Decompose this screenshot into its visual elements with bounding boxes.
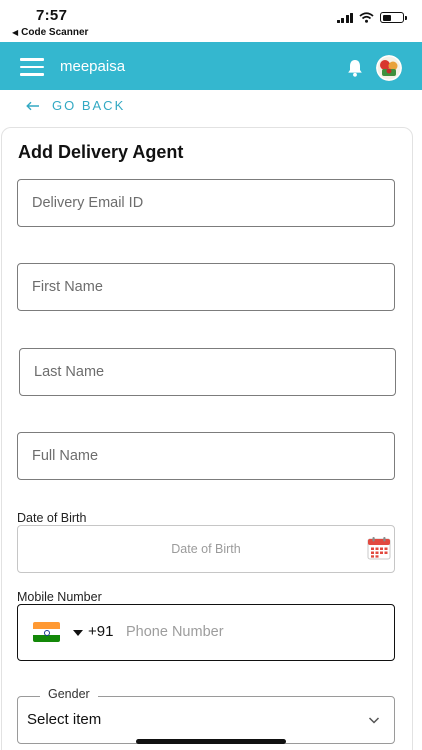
bell-icon[interactable]	[345, 58, 365, 78]
gender-label: Gender	[40, 687, 98, 701]
full-name-input[interactable]: Full Name	[17, 432, 395, 480]
india-flag-icon[interactable]	[33, 622, 60, 642]
status-time: 7:57	[36, 7, 68, 24]
app-title: meepaisa	[60, 58, 126, 75]
back-app-label: Code Scanner	[21, 27, 89, 38]
phone-number-placeholder: Phone Number	[126, 624, 224, 640]
go-back-link[interactable]: GO BACK	[26, 98, 125, 113]
gender-selected-value: Select item	[27, 711, 102, 728]
status-indicators	[336, 12, 407, 23]
calendar-icon[interactable]	[367, 536, 391, 560]
signal-icon	[336, 12, 353, 23]
chevron-down-icon[interactable]	[368, 714, 380, 726]
form-title: Add Delivery Agent	[18, 142, 184, 162]
app-bar: meepaisa	[0, 42, 422, 90]
full-name-placeholder: Full Name	[32, 448, 99, 464]
battery-icon	[380, 12, 407, 23]
dob-input[interactable]: Date of Birth	[17, 525, 395, 573]
go-back-label: GO BACK	[52, 98, 126, 113]
delivery-email-placeholder: Delivery Email ID	[32, 195, 144, 211]
home-indicator[interactable]	[136, 739, 286, 744]
last-name-placeholder: Last Name	[34, 364, 105, 380]
mobile-number-input[interactable]: +91 Phone Number	[17, 604, 395, 661]
dial-code: +91	[88, 623, 114, 640]
gender-select[interactable]: Select item	[17, 696, 395, 744]
back-triangle-icon: ◀	[12, 28, 19, 37]
avatar[interactable]	[376, 55, 402, 81]
menu-icon[interactable]	[20, 58, 44, 76]
first-name-placeholder: First Name	[32, 279, 103, 295]
last-name-input[interactable]: Last Name	[19, 348, 396, 396]
mobile-label: Mobile Number	[17, 590, 102, 604]
back-to-app-link[interactable]: ◀ Code Scanner	[12, 27, 88, 38]
wifi-icon	[359, 12, 374, 23]
delivery-email-input[interactable]: Delivery Email ID	[17, 179, 395, 227]
arrow-left-icon	[26, 101, 39, 110]
dob-placeholder: Date of Birth	[171, 542, 241, 556]
country-dropdown-icon[interactable]	[73, 630, 83, 636]
dob-label: Date of Birth	[17, 511, 87, 525]
first-name-input[interactable]: First Name	[17, 263, 395, 311]
